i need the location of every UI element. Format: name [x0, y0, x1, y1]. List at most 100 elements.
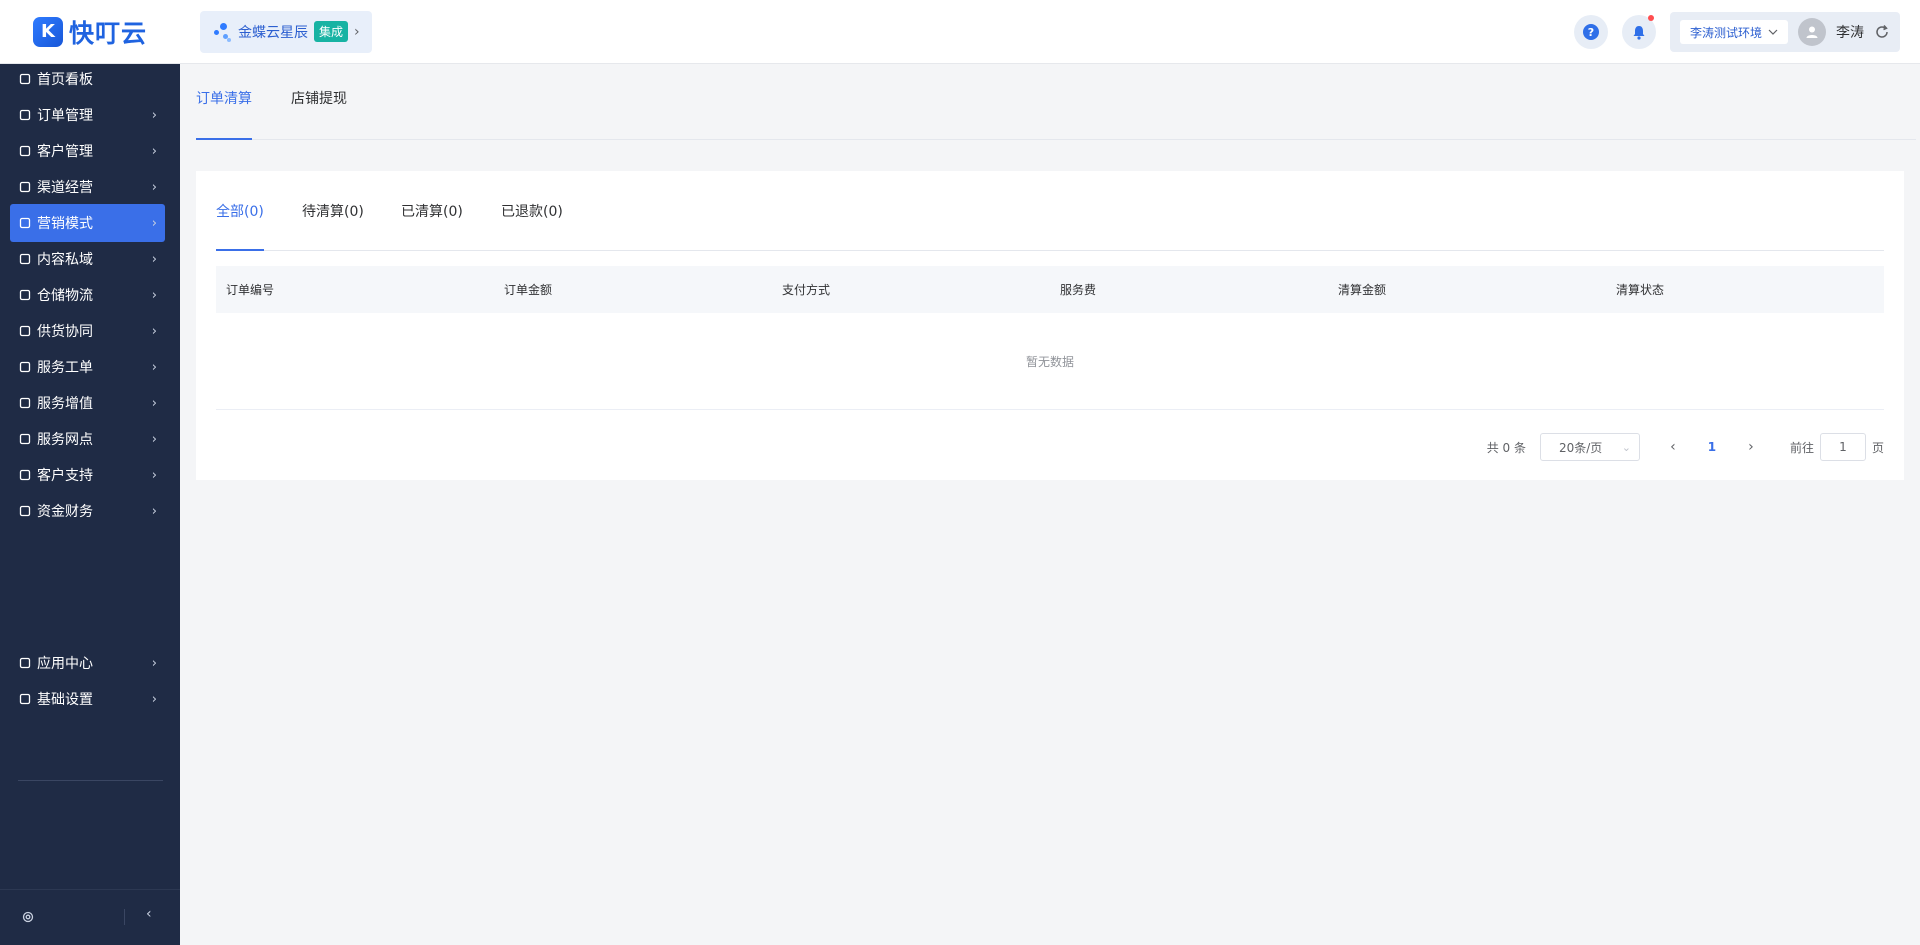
value-added-icon — [18, 396, 32, 410]
sidebar-item-label: 渠道经营 — [37, 180, 93, 196]
sidebar-item-label: 客户支持 — [37, 468, 93, 484]
order-icon — [18, 108, 32, 122]
chevron-right-icon: › — [151, 251, 157, 267]
chevron-right-icon: › — [151, 215, 157, 231]
sidebar-item-label: 应用中心 — [37, 656, 93, 672]
integration-badge: 集成 — [314, 21, 349, 42]
marketing-icon — [18, 216, 32, 230]
bell-icon — [1633, 25, 1645, 40]
sidebar-divider — [18, 780, 163, 781]
workorder-icon — [18, 360, 32, 374]
sidebar-item[interactable]: 营销模式 › — [10, 204, 165, 242]
chevron-right-icon: › — [151, 467, 157, 483]
avatar[interactable] — [1798, 18, 1826, 46]
settings-icon — [18, 692, 32, 706]
top-header: K 快叮云 金蝶云星辰 集成 › ? 李涛测试环境 李涛 — [0, 0, 1920, 64]
sidebar-item-label: 营销模式 — [37, 216, 93, 232]
col-settlement-amount: 清算金额 — [1338, 283, 1387, 297]
goto-label: 前往 — [1789, 440, 1814, 455]
sidebar-item-label: 资金财务 — [37, 504, 93, 520]
subtab-pending[interactable]: 待清算(0) — [302, 171, 364, 251]
empty-text: 暂无数据 — [1025, 354, 1074, 369]
integration-button[interactable]: 金蝶云星辰 集成 › — [200, 10, 372, 53]
warehouse-icon — [18, 288, 32, 302]
notification-button[interactable] — [1621, 15, 1656, 49]
sidebar-item-label: 服务网点 — [37, 432, 93, 448]
sidebar-item[interactable]: 供货协同 › — [10, 312, 165, 350]
main-content: 订单清算 店铺提现 全部(0) 待清算(0) 已清算(0) 已退款(0) 订单编… — [180, 64, 1920, 945]
prev-page-button[interactable]: ‹ — [1658, 439, 1688, 455]
table-empty: 暂无数据 — [216, 313, 1884, 410]
header-actions: ? 李涛测试环境 李涛 — [1573, 12, 1900, 52]
tab-order-settlement[interactable]: 订单清算 — [196, 64, 252, 140]
logo[interactable]: K 快叮云 — [0, 0, 180, 64]
chevron-right-icon: › — [151, 359, 157, 375]
notification-dot — [1647, 15, 1654, 21]
sidebar-item[interactable]: 客户支持 › — [10, 456, 165, 494]
col-settlement-status: 清算状态 — [1616, 283, 1665, 297]
home-icon — [18, 72, 32, 86]
sidebar-item[interactable]: 服务增值 › — [10, 384, 165, 422]
finance-icon — [18, 504, 32, 518]
sidebar-item-label: 订单管理 — [37, 108, 93, 124]
subtab-settled[interactable]: 已清算(0) — [401, 171, 463, 251]
chevron-right-icon: › — [151, 179, 157, 195]
next-page-button[interactable]: › — [1736, 439, 1766, 455]
chevron-right-icon: › — [151, 107, 157, 123]
col-order-amount: 订单金额 — [504, 283, 553, 297]
sidebar-footer: ‹ — [0, 889, 180, 945]
chevron-down-icon: ⌄ — [1621, 440, 1631, 454]
content-icon — [18, 252, 32, 266]
collapse-sidebar-icon[interactable]: ‹ — [146, 906, 152, 922]
brand-name: 快叮云 — [68, 18, 147, 48]
sidebar-item-label: 基础设置 — [37, 692, 93, 708]
footer-separator — [124, 909, 125, 925]
app-center-icon — [18, 656, 32, 670]
gear-icon[interactable] — [21, 910, 35, 924]
subtab-refunded[interactable]: 已退款(0) — [501, 171, 563, 251]
sidebar-item[interactable]: 服务工单 › — [10, 348, 165, 386]
tab-store-withdrawal[interactable]: 店铺提现 — [291, 64, 347, 140]
help-icon: ? — [1582, 24, 1599, 40]
env-select-value: 李涛测试环境 — [1689, 25, 1762, 40]
customer-icon — [18, 144, 32, 158]
page-size-select[interactable]: 20条/页 ⌄ — [1539, 433, 1640, 461]
subtab-all[interactable]: 全部(0) — [216, 171, 264, 251]
chevron-right-icon: › — [151, 431, 157, 447]
table-header: 订单编号 订单金额 支付方式 服务费 清算金额 清算状态 — [216, 266, 1884, 313]
user-box: 李涛测试环境 李涛 — [1669, 12, 1900, 52]
goto-page: 前往 页 — [1790, 433, 1884, 461]
col-order-no: 订单编号 — [226, 283, 275, 297]
top-tabs: 订单清算 店铺提现 — [196, 64, 1916, 140]
sidebar-item[interactable]: 资金财务 › — [10, 492, 165, 530]
integration-dots-icon — [212, 20, 232, 44]
sidebar-item[interactable]: 基础设置 › — [10, 680, 165, 718]
chevron-right-icon: › — [354, 23, 360, 40]
channel-icon — [18, 180, 32, 194]
sidebar: 首页看板 订单管理 › 客户管理 › 渠道经营 › 营销模式 › 内容私域 › 仓储物流 › 供货协同 › 服… — [0, 64, 180, 945]
page-number-current[interactable]: 1 — [1688, 440, 1736, 454]
sidebar-item[interactable]: 仓储物流 › — [10, 276, 165, 314]
refresh-icon[interactable] — [1874, 24, 1890, 40]
sidebar-item[interactable]: 订单管理 › — [10, 96, 165, 134]
goto-page-input[interactable] — [1819, 433, 1866, 461]
env-select[interactable]: 李涛测试环境 — [1679, 20, 1788, 44]
sidebar-item[interactable]: 服务网点 › — [10, 420, 165, 458]
sidebar-item[interactable]: 应用中心 › — [10, 644, 165, 682]
chevron-right-icon: › — [151, 287, 157, 303]
sidebar-item-label: 仓储物流 — [37, 288, 93, 304]
sidebar-item[interactable]: 客户管理 › — [10, 132, 165, 170]
col-service-fee: 服务费 — [1060, 283, 1097, 297]
sidebar-item[interactable]: 渠道经营 › — [10, 168, 165, 206]
sidebar-item-label: 首页看板 — [37, 72, 93, 88]
chevron-right-icon: › — [151, 655, 157, 671]
sidebar-item[interactable]: 首页看板 — [10, 60, 165, 98]
chevron-right-icon: › — [151, 503, 157, 519]
user-name[interactable]: 李涛 — [1836, 22, 1864, 42]
chevron-right-icon: › — [151, 395, 157, 411]
settlement-card: 全部(0) 待清算(0) 已清算(0) 已退款(0) 订单编号 订单金额 支付方… — [196, 171, 1904, 480]
help-button[interactable]: ? — [1573, 15, 1608, 49]
page-size-value: 20条/页 — [1558, 440, 1603, 455]
support-icon — [18, 468, 32, 482]
sidebar-item[interactable]: 内容私域 › — [10, 240, 165, 278]
